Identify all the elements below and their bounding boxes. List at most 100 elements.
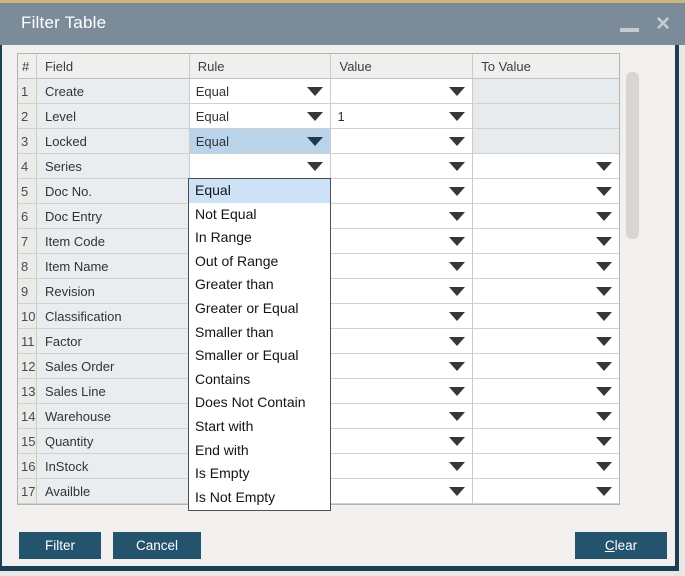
value-cell[interactable]: [331, 454, 474, 479]
value-cell[interactable]: [331, 329, 474, 354]
chevron-down-icon[interactable]: [596, 262, 612, 271]
rule-dropdown-item[interactable]: Smaller or Equal: [189, 344, 330, 368]
rule-dropdown-item[interactable]: Out of Range: [189, 250, 330, 274]
rule-dropdown-item[interactable]: Equal: [189, 179, 330, 203]
chevron-down-icon[interactable]: [449, 387, 466, 396]
to-value-cell[interactable]: [473, 204, 619, 229]
value-cell[interactable]: [331, 429, 474, 454]
to-value-cell[interactable]: [473, 104, 619, 129]
row-number-cell: 11: [18, 329, 37, 354]
value-cell[interactable]: [331, 404, 474, 429]
rule-dropdown-item[interactable]: Not Equal: [189, 203, 330, 227]
chevron-down-icon[interactable]: [596, 212, 612, 221]
to-value-cell[interactable]: [473, 379, 619, 404]
chevron-down-icon[interactable]: [449, 262, 466, 271]
value-cell[interactable]: [331, 179, 474, 204]
value-cell[interactable]: [331, 79, 474, 104]
chevron-down-icon[interactable]: [449, 337, 466, 346]
chevron-down-icon[interactable]: [449, 287, 466, 296]
rule-dropdown-item[interactable]: Start with: [189, 415, 330, 439]
clear-button[interactable]: Clear: [575, 532, 667, 559]
to-value-cell[interactable]: [473, 404, 619, 429]
chevron-down-icon[interactable]: [449, 312, 466, 321]
rule-dropdown-item[interactable]: Greater than: [189, 273, 330, 297]
filter-button[interactable]: Filter: [19, 532, 101, 559]
to-value-cell[interactable]: [473, 454, 619, 479]
vertical-scrollbar-thumb[interactable]: [626, 72, 639, 239]
cancel-button[interactable]: Cancel: [113, 532, 201, 559]
rule-dropdown-item[interactable]: Contains: [189, 368, 330, 392]
chevron-down-icon[interactable]: [449, 487, 466, 496]
rule-dropdown-item[interactable]: Is Not Empty: [189, 486, 330, 510]
chevron-down-icon[interactable]: [449, 212, 466, 221]
chevron-down-icon[interactable]: [596, 462, 612, 471]
chevron-down-icon[interactable]: [449, 87, 466, 96]
chevron-down-icon[interactable]: [307, 112, 324, 121]
chevron-down-icon[interactable]: [449, 187, 466, 196]
chevron-down-icon[interactable]: [596, 312, 612, 321]
chevron-down-icon[interactable]: [449, 362, 466, 371]
chevron-down-icon[interactable]: [307, 87, 324, 96]
to-value-cell[interactable]: [473, 279, 619, 304]
rule-cell[interactable]: Equal: [189, 129, 332, 154]
rule-dropdown-item[interactable]: Does Not Contain: [189, 391, 330, 415]
rule-cell[interactable]: Equal: [189, 79, 332, 104]
to-value-cell[interactable]: [473, 429, 619, 454]
row-number-cell: 17: [18, 479, 37, 504]
rule-cell[interactable]: [189, 154, 332, 179]
to-value-cell[interactable]: [473, 179, 619, 204]
chevron-down-icon[interactable]: [596, 487, 612, 496]
chevron-down-icon[interactable]: [596, 337, 612, 346]
to-value-cell[interactable]: [473, 479, 619, 504]
value-cell[interactable]: [331, 204, 474, 229]
chevron-down-icon[interactable]: [449, 437, 466, 446]
chevron-down-icon[interactable]: [449, 137, 466, 146]
rule-dropdown-item[interactable]: Greater or Equal: [189, 297, 330, 321]
chevron-down-icon[interactable]: [596, 187, 612, 196]
close-button[interactable]: ✕: [655, 15, 671, 34]
to-value-cell[interactable]: [473, 354, 619, 379]
to-value-cell[interactable]: [473, 154, 619, 179]
chevron-down-icon[interactable]: [449, 412, 466, 421]
to-value-cell[interactable]: [473, 129, 619, 154]
rule-cell[interactable]: Equal: [189, 104, 332, 129]
value-cell[interactable]: [331, 229, 474, 254]
value-cell[interactable]: [331, 354, 474, 379]
chevron-down-icon[interactable]: [449, 462, 466, 471]
chevron-down-icon[interactable]: [596, 287, 612, 296]
to-value-cell[interactable]: [473, 254, 619, 279]
value-cell[interactable]: [331, 379, 474, 404]
chevron-down-icon[interactable]: [596, 387, 612, 396]
chevron-down-icon[interactable]: [596, 437, 612, 446]
chevron-down-icon[interactable]: [307, 137, 324, 146]
minimize-button[interactable]: [620, 16, 640, 32]
chevron-down-icon[interactable]: [596, 237, 612, 246]
value-cell[interactable]: [331, 254, 474, 279]
value-cell[interactable]: [331, 304, 474, 329]
field-cell: Item Code: [36, 229, 190, 254]
chevron-down-icon[interactable]: [596, 362, 612, 371]
chevron-down-icon[interactable]: [307, 162, 324, 171]
value-cell[interactable]: [331, 154, 474, 179]
chevron-down-icon[interactable]: [449, 237, 466, 246]
chevron-down-icon[interactable]: [596, 412, 612, 421]
rule-dropdown-item[interactable]: End with: [189, 439, 330, 463]
to-value-cell[interactable]: [473, 329, 619, 354]
chevron-down-icon[interactable]: [449, 112, 466, 121]
value-cell[interactable]: 1: [331, 104, 474, 129]
value-cell[interactable]: [331, 129, 474, 154]
to-value-cell[interactable]: [473, 79, 619, 104]
row-number-cell: 7: [18, 229, 37, 254]
rule-dropdown-item[interactable]: Smaller than: [189, 321, 330, 345]
value-cell[interactable]: [331, 279, 474, 304]
to-value-cell[interactable]: [473, 304, 619, 329]
chevron-down-icon[interactable]: [596, 162, 612, 171]
rule-dropdown-item[interactable]: Is Empty: [189, 462, 330, 486]
row-number-cell: 13: [18, 379, 37, 404]
value-cell[interactable]: [331, 479, 474, 504]
frame-border-bottom: [0, 566, 679, 571]
chevron-down-icon[interactable]: [449, 162, 466, 171]
frame-border-left: [0, 45, 2, 571]
rule-dropdown-item[interactable]: In Range: [189, 226, 330, 250]
to-value-cell[interactable]: [473, 229, 619, 254]
